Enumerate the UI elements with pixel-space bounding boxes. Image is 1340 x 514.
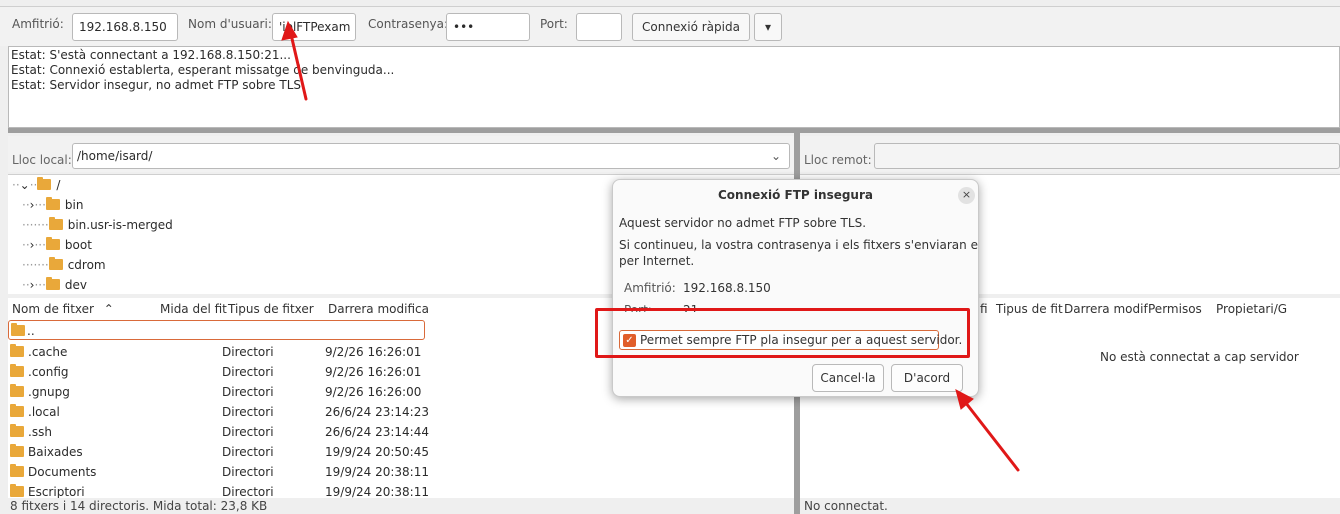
arrow-head-icon	[955, 389, 974, 410]
annotation-arrow-ok-button	[960, 396, 1020, 472]
annotation-arrow-username	[288, 28, 308, 101]
arrow-head-icon	[281, 20, 298, 41]
annotation-arrows	[281, 20, 1020, 472]
